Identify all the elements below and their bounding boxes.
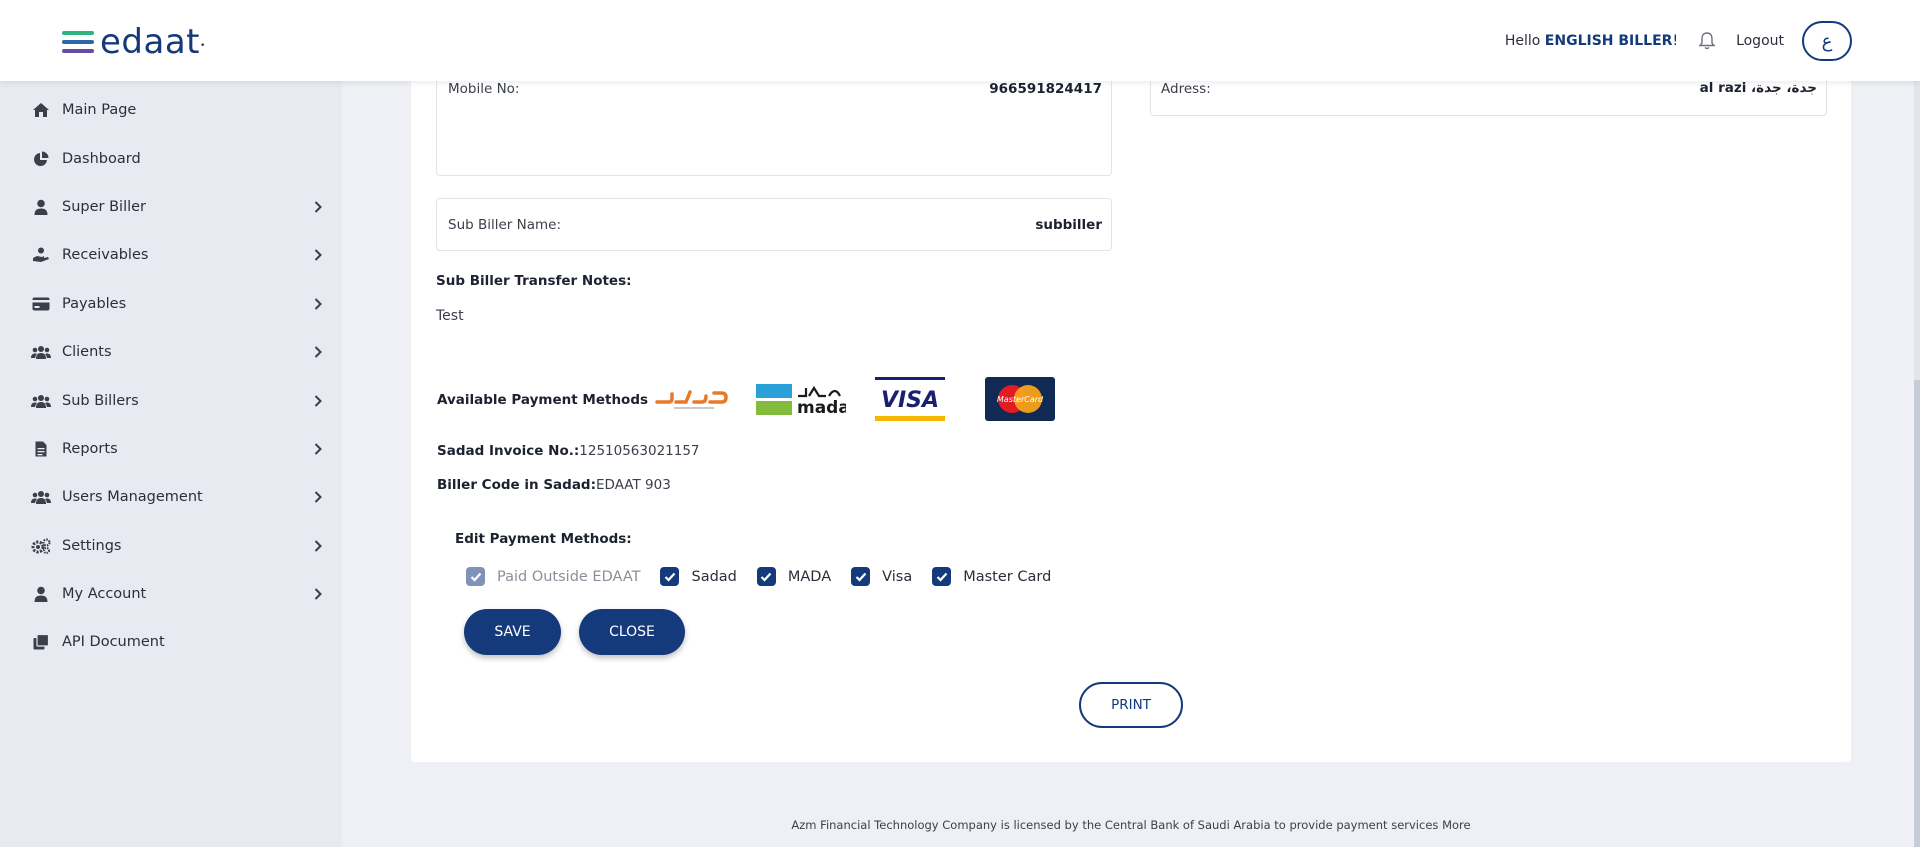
sidebar-item-main-page[interactable]: Main Page [30,98,330,122]
sub-biller-details-panel: Mobile No: 966591824417 Adress: al razi … [411,60,1851,762]
chevron-right-icon [312,201,324,213]
address-value: al razi ،جدة، جدة [1699,80,1817,96]
mobile-label: Mobile No: [448,81,520,97]
transfer-notes-label: Sub Biller Transfer Notes: [436,273,632,289]
top-header: edaat• Hello ENGLISH BILLER! Logout ع [0,0,1920,81]
sadad-invoice-row: Sadad Invoice No.:12510563021157 [437,443,700,459]
mada-checkbox[interactable] [756,567,776,586]
chevron-right-icon [312,395,324,407]
header-user-area: Hello ENGLISH BILLER! Logout ع [1505,20,1852,62]
gears-icon [30,537,52,555]
user-icon [30,198,52,216]
sidebar-item-clients[interactable]: Clients [30,340,330,364]
print-button[interactable]: PRINT [1079,682,1183,728]
sadad-invoice-label: Sadad Invoice No.: [437,443,580,459]
sidebar-item-receivables[interactable]: Receivables [30,243,330,267]
available-payment-methods-label: Available Payment Methods [437,392,649,408]
sidebar-item-payables[interactable]: Payables [30,292,330,316]
footer-text: Azm Financial Technology Company is lice… [791,818,1439,832]
chevron-right-icon [312,298,324,310]
users-icon [30,392,52,410]
biller-code-label: Biller Code in Sadad: [437,477,596,493]
mobile-value: 966591824417 [989,81,1102,97]
documents-icon [30,633,52,651]
logo-text: edaat• [100,22,206,62]
footer-more-link[interactable]: More [1442,818,1471,832]
biller-code-row: Biller Code in Sadad:EDAAT 903 [437,477,671,493]
sub-biller-name-field-box: Sub Biller Name: subbiller [436,198,1112,251]
visa-checkbox-label[interactable]: Visa [882,569,912,585]
sub-biller-name-label: Sub Biller Name: [448,217,562,233]
mada-checkbox-label[interactable]: MADA [788,569,831,585]
mada-logo: mada [756,382,850,418]
chevron-right-icon [312,443,324,455]
chevron-right-icon [312,249,324,261]
chevron-right-icon [312,540,324,552]
master-card-checkbox-label[interactable]: Master Card [963,569,1051,585]
language-toggle-button[interactable]: ع [1802,21,1852,61]
visa-logo: VISA [875,377,945,421]
sadad-logo [654,380,729,416]
visa-checkbox[interactable] [851,567,871,586]
edit-payment-methods-label: Edit Payment Methods: [455,531,632,547]
users-icon [30,488,52,506]
sidebar-item-dashboard[interactable]: Dashboard [30,147,330,171]
chevron-right-icon [312,491,324,503]
sadad-checkbox[interactable] [660,567,680,586]
sidebar-item-sub-billers[interactable]: Sub Billers [30,389,330,413]
credit-card-icon [30,295,52,313]
payment-method-checkboxes: Paid Outside EDAAT Sadad MADA Visa Maste… [466,567,1071,586]
transfer-notes-value: Test [436,308,464,324]
sidebar-item-super-biller[interactable]: Super Biller [30,195,330,219]
paid-outside-checkbox [466,567,485,586]
svg-text:MasterCard: MasterCard [997,395,1044,404]
pie-chart-icon [30,150,52,168]
users-icon [30,343,52,361]
sub-biller-name-value: subbiller [1035,217,1102,233]
sidebar-item-users-management[interactable]: Users Management [30,485,330,509]
logo-mark [62,31,94,53]
svg-text:mada: mada [797,398,846,416]
greeting: Hello ENGLISH BILLER! [1504,33,1679,49]
paid-outside-label: Paid Outside EDAAT [497,568,641,585]
user-name: ENGLISH BILLER [1544,33,1673,49]
save-button[interactable]: SAVE [464,609,561,655]
scrollbar-thumb[interactable] [1914,380,1920,847]
bell-icon[interactable] [1696,30,1718,52]
sidebar-item-my-account[interactable]: My Account [30,582,330,606]
close-button[interactable]: CLOSE [579,609,685,655]
sadad-checkbox-label[interactable]: Sadad [691,569,736,585]
address-label: Adress: [1161,81,1211,97]
sidebar-item-reports[interactable]: Reports [30,437,330,461]
user-icon [30,585,52,603]
home-icon [30,101,52,119]
master-card-checkbox[interactable] [932,567,952,586]
footer: Azm Financial Technology Company is lice… [342,818,1920,832]
sidebar-item-settings[interactable]: Settings [30,534,330,558]
logout-link[interactable]: Logout [1736,33,1784,49]
hand-coin-icon [30,246,52,264]
chevron-right-icon [312,346,324,358]
svg-text:VISA: VISA [881,388,939,413]
chevron-right-icon [312,588,324,600]
edaat-logo[interactable]: edaat• [62,22,206,62]
sadad-invoice-value: 12510563021157 [579,443,700,459]
biller-code-value: EDAAT 903 [596,477,671,493]
mastercard-logo: MasterCard [985,377,1055,421]
report-icon [30,440,52,458]
sidebar: Main Page Dashboard Super Biller Receiva… [0,81,342,847]
sidebar-item-api-document[interactable]: API Document [30,630,330,654]
